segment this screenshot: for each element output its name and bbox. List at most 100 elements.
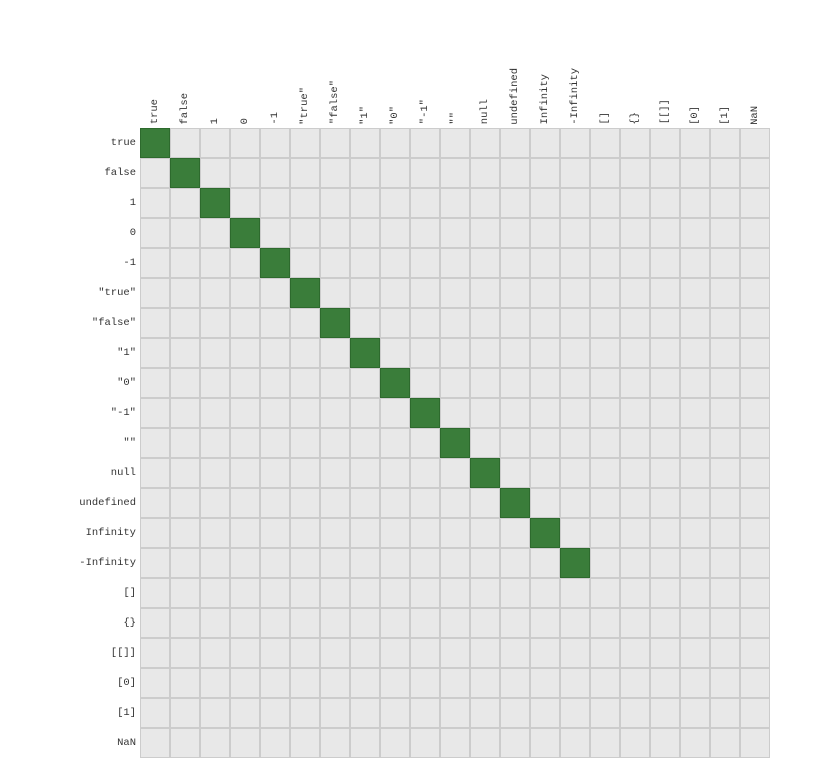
cell-18-14 xyxy=(560,668,590,698)
cell-9-0 xyxy=(140,398,170,428)
cell-6-20 xyxy=(740,308,770,338)
cell-0-1 xyxy=(170,128,200,158)
cell-5-0 xyxy=(140,278,170,308)
cell-16-16 xyxy=(620,608,650,638)
cell-0-17 xyxy=(650,128,680,158)
cell-12-18 xyxy=(680,488,710,518)
cell-15-9 xyxy=(410,578,440,608)
cell-9-13 xyxy=(530,398,560,428)
cell-7-10 xyxy=(440,338,470,368)
cell-0-12 xyxy=(500,128,530,158)
cell-15-3 xyxy=(230,578,260,608)
cell-15-0 xyxy=(140,578,170,608)
cell-18-1 xyxy=(170,668,200,698)
row-label-14: -Infinity xyxy=(60,548,140,578)
cell-2-14 xyxy=(560,188,590,218)
cell-11-7 xyxy=(350,458,380,488)
cell-10-1 xyxy=(170,428,200,458)
cell-8-20 xyxy=(740,368,770,398)
cell-6-19 xyxy=(710,308,740,338)
cell-13-10 xyxy=(440,518,470,548)
cell-6-1 xyxy=(170,308,200,338)
table-row xyxy=(140,128,770,158)
cell-13-5 xyxy=(290,518,320,548)
cell-9-10 xyxy=(440,398,470,428)
cell-10-15 xyxy=(590,428,620,458)
cell-9-19 xyxy=(710,398,740,428)
cell-3-14 xyxy=(560,218,590,248)
cell-19-18 xyxy=(680,698,710,728)
cell-12-13 xyxy=(530,488,560,518)
cell-0-0 xyxy=(140,128,170,158)
cell-14-8 xyxy=(380,548,410,578)
cell-2-0 xyxy=(140,188,170,218)
cell-8-12 xyxy=(500,368,530,398)
cell-11-18 xyxy=(680,458,710,488)
cell-6-15 xyxy=(590,308,620,338)
cell-7-8 xyxy=(380,338,410,368)
cell-8-8 xyxy=(380,368,410,398)
cell-12-16 xyxy=(620,488,650,518)
cell-8-2 xyxy=(200,368,230,398)
cell-10-8 xyxy=(380,428,410,458)
cell-19-8 xyxy=(380,698,410,728)
table-row xyxy=(140,278,770,308)
cell-3-17 xyxy=(650,218,680,248)
cell-19-20 xyxy=(740,698,770,728)
col-label-7: "1" xyxy=(350,33,380,128)
cell-6-10 xyxy=(440,308,470,338)
cell-0-6 xyxy=(320,128,350,158)
cell-6-7 xyxy=(350,308,380,338)
cell-15-15 xyxy=(590,578,620,608)
cell-10-6 xyxy=(320,428,350,458)
cell-6-8 xyxy=(380,308,410,338)
col-label-2: 1 xyxy=(200,33,230,128)
cell-8-19 xyxy=(710,368,740,398)
cell-1-5 xyxy=(290,158,320,188)
cell-17-19 xyxy=(710,638,740,668)
table-row xyxy=(140,488,770,518)
cell-14-20 xyxy=(740,548,770,578)
cell-4-13 xyxy=(530,248,560,278)
cell-18-16 xyxy=(620,668,650,698)
cell-11-5 xyxy=(290,458,320,488)
row-label-19: [1] xyxy=(60,698,140,728)
cell-7-7 xyxy=(350,338,380,368)
cell-12-0 xyxy=(140,488,170,518)
cell-8-14 xyxy=(560,368,590,398)
cell-10-3 xyxy=(230,428,260,458)
cell-5-5 xyxy=(290,278,320,308)
cell-10-19 xyxy=(710,428,740,458)
col-label-15: [] xyxy=(590,33,620,128)
cell-2-3 xyxy=(230,188,260,218)
cell-2-8 xyxy=(380,188,410,218)
cell-2-15 xyxy=(590,188,620,218)
cell-10-7 xyxy=(350,428,380,458)
table-row xyxy=(140,428,770,458)
cell-12-10 xyxy=(440,488,470,518)
cell-16-2 xyxy=(200,608,230,638)
cell-5-18 xyxy=(680,278,710,308)
row-label-13: Infinity xyxy=(60,518,140,548)
cell-4-2 xyxy=(200,248,230,278)
cell-14-2 xyxy=(200,548,230,578)
cell-3-20 xyxy=(740,218,770,248)
row-label-3: 0 xyxy=(60,218,140,248)
cell-5-10 xyxy=(440,278,470,308)
cell-15-20 xyxy=(740,578,770,608)
cell-6-12 xyxy=(500,308,530,338)
cell-1-16 xyxy=(620,158,650,188)
cell-11-9 xyxy=(410,458,440,488)
cell-18-15 xyxy=(590,668,620,698)
col-label-6: "false" xyxy=(320,33,350,128)
cell-18-3 xyxy=(230,668,260,698)
cell-1-6 xyxy=(320,158,350,188)
cell-15-11 xyxy=(470,578,500,608)
cell-2-7 xyxy=(350,188,380,218)
cell-13-0 xyxy=(140,518,170,548)
cell-12-2 xyxy=(200,488,230,518)
cell-13-9 xyxy=(410,518,440,548)
cell-17-5 xyxy=(290,638,320,668)
cell-9-8 xyxy=(380,398,410,428)
cell-4-16 xyxy=(620,248,650,278)
